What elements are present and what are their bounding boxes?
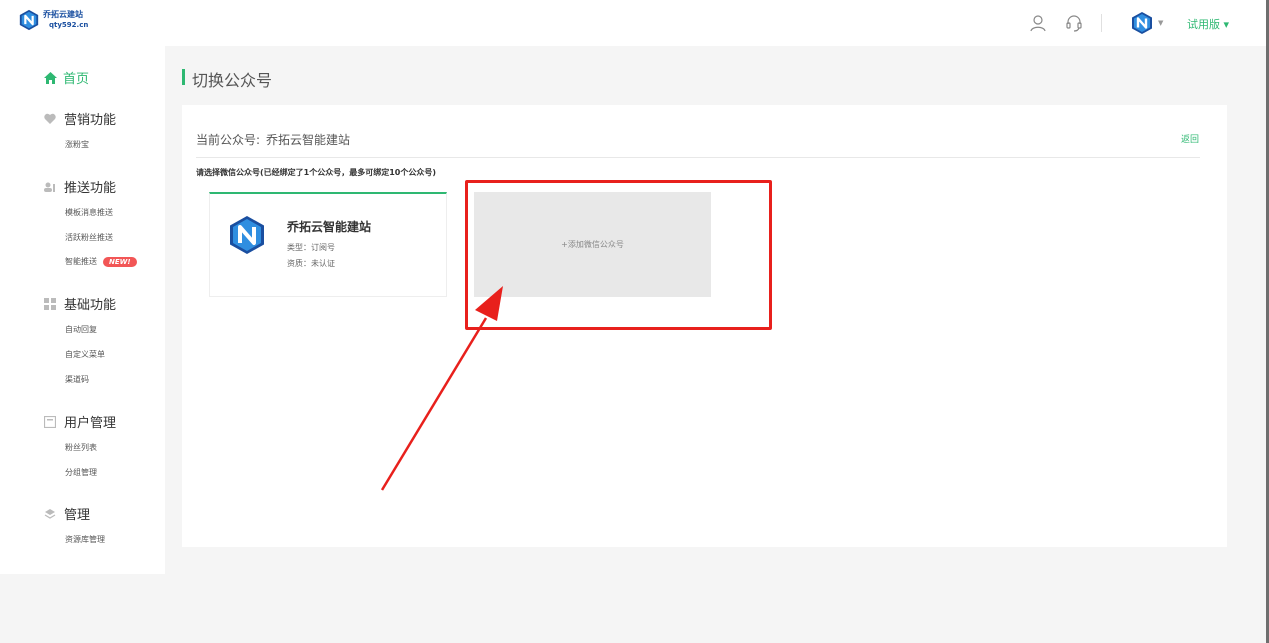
chevron-down-icon[interactable]: ▼ bbox=[1158, 19, 1163, 27]
headset-icon[interactable] bbox=[1065, 14, 1083, 32]
avatar[interactable] bbox=[1130, 11, 1154, 35]
sidebar-group-label: 基础功能 bbox=[64, 298, 117, 313]
top-bar: 乔拓云建站 qty592.cn ▼ 试用版 ▾ bbox=[0, 0, 1266, 46]
users-icon bbox=[44, 182, 55, 192]
current-account: 当前公众号: 乔拓云智能建站 bbox=[196, 131, 350, 148]
heart-icon bbox=[44, 113, 56, 124]
highlight-box bbox=[465, 180, 772, 330]
sidebar-item-auto-reply[interactable]: 自动回复 bbox=[65, 324, 97, 335]
sidebar-group-label: 用户管理 bbox=[64, 416, 117, 431]
bind-hint: 请选择微信公众号(已经绑定了1个公众号，最多可绑定10个公众号) bbox=[196, 168, 437, 177]
sidebar-item-label: 首页 bbox=[63, 72, 90, 87]
account-certification: 资质：未认证 bbox=[287, 259, 335, 268]
logo[interactable]: 乔拓云建站 qty592.cn bbox=[18, 9, 88, 31]
sidebar-item-template-push[interactable]: 模板消息推送 bbox=[65, 207, 113, 218]
sidebar-item-label: 智能推送 bbox=[65, 257, 97, 266]
sidebar-item-resource-library[interactable]: 资源库管理 bbox=[65, 534, 105, 545]
current-account-value: 乔拓云智能建站 bbox=[266, 133, 351, 147]
layers-icon bbox=[44, 508, 56, 519]
back-link[interactable]: 返回 bbox=[1181, 132, 1199, 145]
logo-mark-icon bbox=[19, 9, 39, 31]
sidebar-item-fan-list[interactable]: 粉丝列表 bbox=[65, 442, 97, 453]
sidebar-group-label: 推送功能 bbox=[64, 181, 117, 196]
sidebar-item-fans-growth[interactable]: 涨粉宝 bbox=[65, 139, 89, 150]
page-title-marker bbox=[182, 69, 185, 85]
sidebar-item-group-manage[interactable]: 分组管理 bbox=[65, 467, 97, 478]
home-icon bbox=[44, 71, 57, 84]
sidebar-group-users: 用户管理 bbox=[44, 412, 116, 431]
sidebar-item-home[interactable]: 首页 bbox=[44, 68, 89, 87]
user-icon[interactable] bbox=[1029, 14, 1047, 32]
sidebar: 首页 营销功能 涨粉宝 推送功能 模板消息推送 活跃粉丝推送 智能推送 NEW! … bbox=[0, 46, 165, 574]
divider bbox=[196, 157, 1200, 158]
sidebar-item-channel-code[interactable]: 渠道码 bbox=[65, 374, 89, 385]
sidebar-item-smart-push[interactable]: 智能推送 NEW! bbox=[65, 256, 137, 267]
sidebar-item-custom-menu[interactable]: 自定义菜单 bbox=[65, 349, 105, 360]
logo-name: 乔拓云建站 bbox=[43, 10, 83, 19]
book-icon bbox=[44, 415, 56, 428]
current-account-label: 当前公众号: bbox=[196, 133, 261, 147]
account-card[interactable]: 乔拓云智能建站 类型：订阅号 资质：未认证 bbox=[209, 192, 447, 297]
sidebar-item-active-push[interactable]: 活跃粉丝推送 bbox=[65, 232, 113, 243]
sidebar-group-label: 营销功能 bbox=[64, 113, 117, 128]
sidebar-group-basic: 基础功能 bbox=[44, 294, 116, 313]
sidebar-group-label: 管理 bbox=[64, 508, 91, 523]
top-divider bbox=[1101, 14, 1102, 32]
sidebar-group-manage: 管理 bbox=[44, 504, 90, 523]
logo-domain: qty592.cn bbox=[49, 21, 89, 29]
account-type: 类型：订阅号 bbox=[287, 243, 335, 252]
new-badge: NEW! bbox=[103, 256, 137, 267]
grid-icon bbox=[44, 297, 56, 310]
sidebar-group-push: 推送功能 bbox=[44, 177, 116, 196]
plan-dropdown[interactable]: 试用版 ▾ bbox=[1187, 16, 1229, 32]
account-name: 乔拓云智能建站 bbox=[287, 220, 372, 234]
account-logo-icon bbox=[230, 216, 264, 254]
sidebar-group-marketing: 营销功能 bbox=[44, 109, 116, 128]
page-title: 切换公众号 bbox=[192, 71, 273, 90]
